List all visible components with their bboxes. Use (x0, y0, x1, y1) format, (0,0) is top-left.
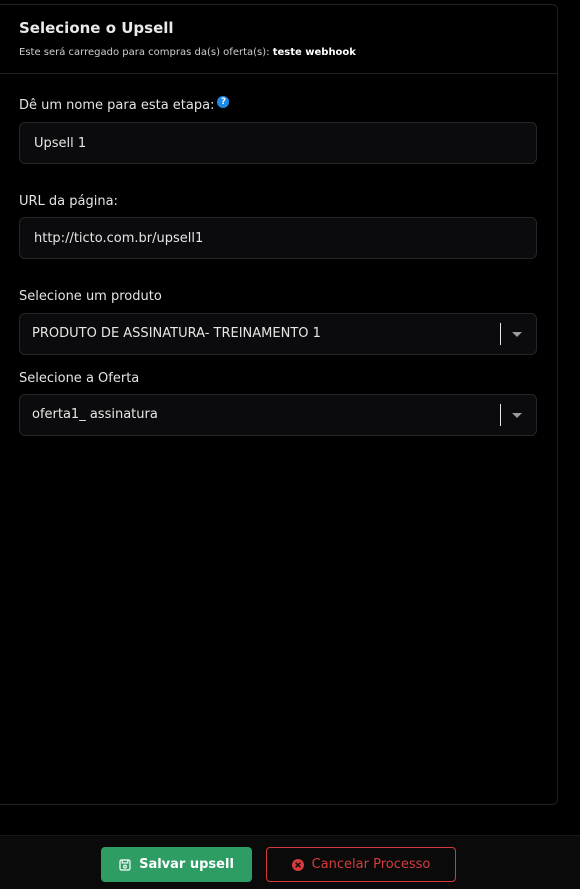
page-url-label: URL da página: (19, 194, 118, 209)
page-url-input[interactable] (19, 217, 537, 259)
modal-title: Selecione o Upsell (19, 19, 174, 37)
offer-select-label: Selecione a Oferta (19, 371, 140, 386)
save-upsell-button[interactable]: Salvar upsell (101, 847, 252, 882)
offer-select-value: oferta1_ assinatura (32, 407, 158, 422)
modal-subtitle: Este será carregado para compras da(s) o… (19, 47, 557, 59)
step-name-label-text: Dê um nome para esta etapa: (19, 98, 215, 113)
caret-down-icon[interactable] (512, 413, 522, 418)
product-select-label: Selecione um produto (19, 289, 162, 304)
step-name-label: Dê um nome para esta etapa:? (19, 96, 230, 114)
question-circle-icon[interactable]: ? (217, 96, 230, 108)
product-select[interactable]: PRODUTO DE ASSINATURA- TREINAMENTO 1 (19, 313, 537, 355)
cancel-process-label: Cancelar Processo (311, 857, 431, 872)
cancel-process-button[interactable]: Cancelar Processo (266, 847, 456, 882)
select-separator (500, 323, 501, 345)
save-icon (119, 858, 131, 871)
modal-footer: Salvar upsell Cancelar Processo (0, 835, 580, 889)
subtitle-offer-name: teste webhook (272, 47, 356, 58)
offer-select[interactable]: oferta1_ assinatura (19, 394, 537, 436)
save-upsell-label: Salvar upsell (139, 857, 234, 872)
product-select-value: PRODUTO DE ASSINATURA- TREINAMENTO 1 (32, 326, 321, 341)
modal-header: Selecione o Upsell Este será carregado p… (0, 5, 557, 74)
subtitle-text: Este será carregado para compras da(s) o… (19, 47, 270, 58)
x-circle-icon (291, 858, 304, 871)
caret-down-icon[interactable] (512, 332, 522, 337)
step-name-input[interactable] (19, 122, 537, 164)
select-separator (500, 404, 501, 426)
